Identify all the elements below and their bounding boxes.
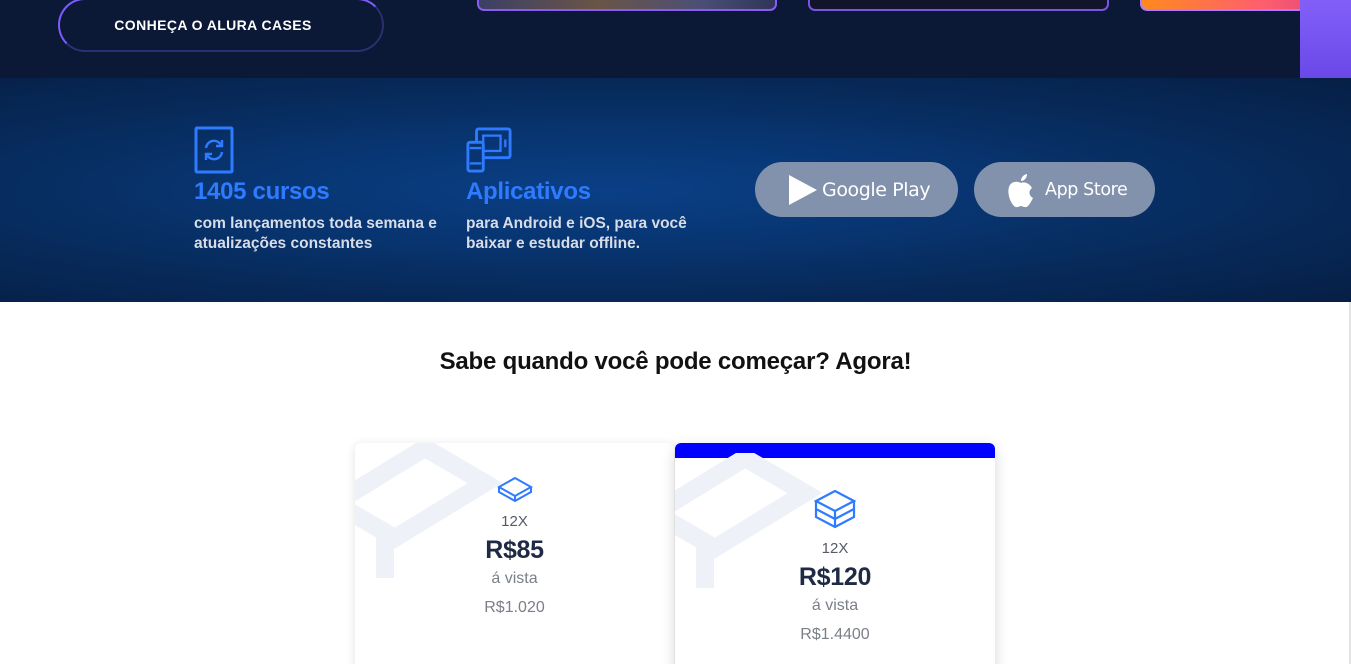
- pricing-title: Sabe quando você pode começar? Agora!: [439, 348, 912, 375]
- plan-card[interactable]: 12X R$85 á vista R$1.020: [355, 443, 674, 664]
- plan-price: R$120: [798, 563, 872, 591]
- plan-price: R$85: [485, 536, 544, 564]
- plan-installments: 12X: [501, 513, 528, 530]
- plan-total: R$1.4400: [800, 626, 870, 643]
- devices-icon: [466, 127, 512, 173]
- feature-description: com lançamentos toda semana e atualizaçõ…: [194, 215, 437, 252]
- page: CONHEÇA O ALURA CASES 1405 cursos com la…: [0, 0, 1351, 664]
- hero-decoration: [1300, 0, 1351, 78]
- feature-apps: Aplicativos para Android e iOS, para voc…: [466, 126, 716, 254]
- plan-vista-label: á vista: [491, 570, 538, 587]
- plan-vista-label: á vista: [811, 597, 859, 614]
- feature-description: para Android e iOS, para você baixar e e…: [466, 215, 687, 252]
- alura-cases-button[interactable]: CONHEÇA O ALURA CASES: [58, 0, 384, 52]
- play-store-icon: [789, 174, 817, 205]
- layers-icon: [496, 476, 533, 503]
- video-thumbnail[interactable]: [477, 0, 777, 11]
- refresh-icon: [194, 126, 234, 174]
- app-store-button[interactable]: App Store: [974, 162, 1155, 217]
- features-section: 1405 cursos com lançamentos toda semana …: [0, 78, 1351, 302]
- plan-total: R$1.020: [484, 599, 545, 616]
- apple-icon: [1008, 173, 1033, 207]
- video-thumbnail[interactable]: [808, 0, 1109, 11]
- stacked-layers-icon: [814, 489, 856, 529]
- feature-courses: 1405 cursos com lançamentos toda semana …: [194, 126, 444, 254]
- feature-title: 1405 cursos: [194, 178, 330, 205]
- google-play-button[interactable]: Google Play: [755, 162, 958, 217]
- google-play-label: Google Play: [822, 178, 931, 201]
- feature-title: Aplicativos: [466, 178, 591, 205]
- hero-section: CONHEÇA O ALURA CASES: [0, 0, 1351, 78]
- plan-installments: 12X: [821, 540, 849, 557]
- app-store-label: App Store: [1045, 179, 1128, 200]
- plan-card-highlighted[interactable]: 12X R$120 á vista R$1.4400: [675, 443, 995, 664]
